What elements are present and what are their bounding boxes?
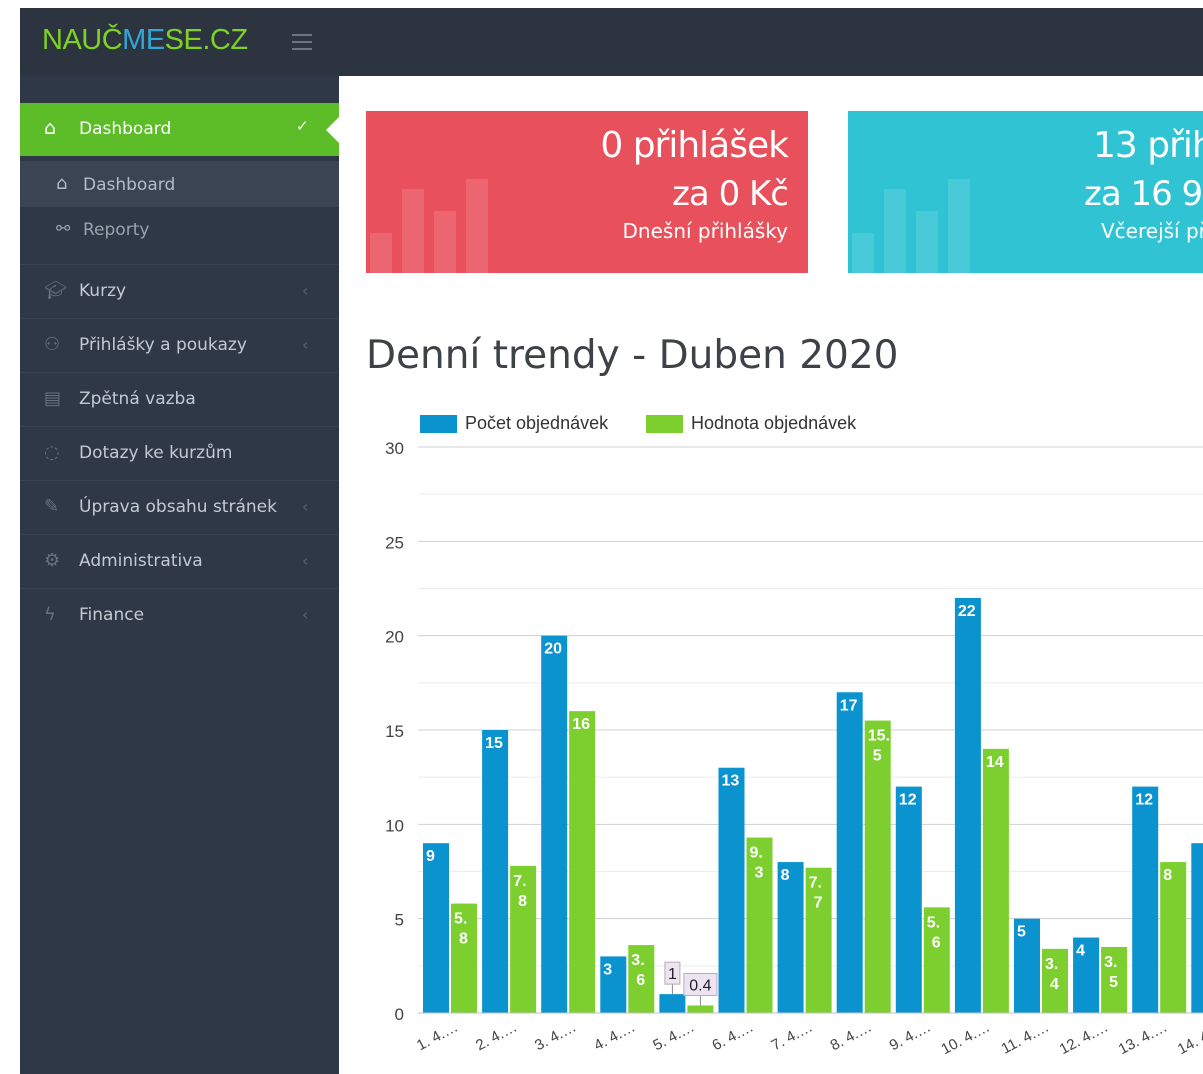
chart-bar [1191, 843, 1203, 1013]
y-tick-label: 0 [395, 1005, 404, 1024]
y-tick-label: 30 [385, 439, 404, 458]
bar-value-label: 20 [544, 641, 562, 658]
bar-value-label: 17 [840, 697, 858, 714]
x-tick-label: 7. 4.… [768, 1019, 815, 1055]
bar-value-label: 0.4 [689, 977, 711, 994]
x-tick-label: 5. 4.… [650, 1019, 697, 1055]
bar-value-label: 6 [636, 972, 645, 989]
x-tick-label: 2. 4.… [473, 1019, 520, 1055]
x-tick-label: 13. 4.… [1116, 1019, 1170, 1059]
x-tick-label: 1. 4.… [414, 1019, 461, 1055]
bar-value-label: 16 [572, 716, 590, 733]
x-tick-label: 14. 4.… [1175, 1019, 1203, 1059]
bar-value-label: 8 [781, 867, 790, 884]
bar-value-label: 7 [814, 895, 823, 912]
bar-value-label: 9. [750, 845, 763, 862]
x-tick-label: 8. 4.… [828, 1019, 875, 1055]
bar-value-label: 6 [932, 934, 941, 951]
bar-value-label: 12 [899, 792, 917, 809]
bar-chart: 05101520253095.81. 4.…157.82. 4.…20163. … [385, 439, 1203, 1059]
bar-value-label: 3. [1045, 956, 1058, 973]
bar-value-label: 12 [1135, 792, 1153, 809]
bar-value-label: 5 [1109, 974, 1118, 991]
chart-bar [569, 711, 596, 1013]
bar-value-label: 3. [1104, 954, 1117, 971]
bar-value-label: 4 [1050, 976, 1059, 993]
bar-value-label: 9 [426, 848, 435, 865]
bar-value-label: 5 [1017, 924, 1026, 941]
chart-bar [423, 843, 449, 1013]
y-tick-label: 5 [395, 911, 404, 930]
bar-value-label: 15 [485, 735, 503, 752]
bar-value-label: 22 [958, 603, 976, 620]
bar-value-label: 7. [513, 873, 526, 890]
chart-bar [659, 994, 686, 1013]
bar-value-label: 1 [668, 966, 677, 983]
chart-bar [836, 692, 863, 1013]
x-tick-label: 4. 4.… [591, 1019, 638, 1055]
bar-value-label: 3 [603, 961, 612, 978]
chart-bar [777, 862, 804, 1013]
chart-bar [895, 786, 922, 1013]
x-tick-label: 11. 4.… [998, 1019, 1051, 1058]
chart-bar [1132, 786, 1159, 1013]
bar-value-label: 3 [755, 865, 764, 882]
bar-value-label: 3. [631, 952, 644, 969]
chart-bar [541, 635, 568, 1013]
chart-bar [954, 597, 981, 1013]
chart-bar [718, 767, 745, 1013]
chart-bar [482, 730, 509, 1013]
y-tick-label: 25 [385, 533, 404, 552]
x-tick-label: 12. 4.… [1057, 1019, 1111, 1059]
chart-bar [982, 748, 1009, 1013]
bar-value-label: 5. [927, 914, 940, 931]
bar-value-label: 7. [809, 875, 822, 892]
bar-value-label: 4 [1076, 943, 1085, 960]
x-tick-label: 9. 4.… [887, 1019, 934, 1055]
y-tick-label: 10 [385, 816, 404, 835]
bar-value-label: 8 [518, 893, 527, 910]
bar-value-label: 8 [1163, 867, 1172, 884]
bar-value-label: 5. [454, 911, 467, 928]
bar-value-label: 15. [868, 728, 890, 745]
bar-value-label: 8 [459, 931, 468, 948]
x-tick-label: 3. 4.… [532, 1019, 579, 1055]
bar-value-label: 14 [986, 754, 1004, 771]
x-tick-label: 10. 4.… [938, 1019, 992, 1059]
chart-bar [687, 1005, 714, 1013]
bar-value-label: 13 [722, 773, 740, 790]
y-tick-label: 20 [385, 628, 404, 647]
chart-bar [1160, 862, 1187, 1013]
x-tick-label: 6. 4.… [709, 1019, 756, 1055]
bar-value-label: 5 [873, 748, 882, 765]
y-tick-label: 15 [385, 722, 404, 741]
